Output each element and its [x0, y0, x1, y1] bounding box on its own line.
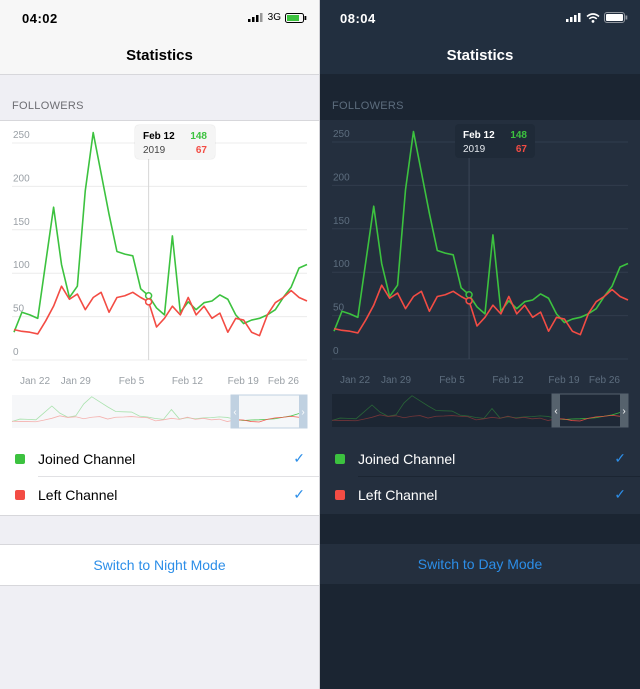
- legend-row-joined[interactable]: Joined Channel ✓: [320, 440, 640, 477]
- light-panel: 04:02 3G Statistics FOLLOWERS 250 200 150 1…: [0, 0, 320, 689]
- y-tick-label: 0: [13, 347, 19, 358]
- check-icon: ✓: [293, 486, 305, 502]
- tooltip-year: 2019: [463, 144, 486, 155]
- legend-label-joined: Joined Channel: [358, 450, 456, 467]
- legend-row-joined[interactable]: Joined Channel ✓: [0, 440, 319, 477]
- x-tick-label: Feb 5: [119, 376, 145, 387]
- joined-series-line: [13, 131, 308, 333]
- y-tick-label: 250: [13, 130, 30, 141]
- y-tick-label: 100: [13, 260, 30, 271]
- chart-tooltip: Feb 12 2019 148 67: [455, 124, 535, 158]
- joined-color-swatch: [15, 453, 25, 464]
- chart-tooltip: Feb 12 2019 148 67: [135, 125, 215, 159]
- status-time: 04:02: [22, 11, 58, 26]
- battery-icon: [285, 12, 307, 23]
- page-title: Statistics: [446, 46, 514, 64]
- page-title: Statistics: [126, 46, 193, 64]
- x-tick-label: Jan 29: [381, 375, 411, 386]
- legend-row-left[interactable]: Left Channel ✓: [320, 476, 640, 513]
- followers-chart[interactable]: 250200150100500Jan 22 Jan 29 Feb 5 Feb 12 Fe…: [320, 120, 640, 440]
- y-tick-label: 250: [333, 129, 350, 140]
- joined-series-line: [333, 130, 629, 332]
- tooltip-date: Feb 12: [143, 131, 175, 142]
- section-header-followers: FOLLOWERS: [332, 100, 404, 112]
- switch-mode-button[interactable]: Switch to Night Mode: [0, 544, 319, 586]
- y-tick-label: 200: [13, 173, 30, 184]
- tooltip-left-value: 67: [195, 145, 207, 156]
- check-icon: ✓: [614, 450, 626, 466]
- check-icon: ✓: [614, 486, 626, 502]
- navigator-overlay: [12, 395, 231, 428]
- nav-bar: Statistics: [320, 36, 640, 74]
- joined-color-swatch: [335, 453, 345, 464]
- battery-icon: [604, 12, 628, 23]
- x-tick-label: Feb 12: [172, 376, 204, 387]
- left-point-marker: [144, 298, 153, 306]
- section-header-followers: FOLLOWERS: [12, 100, 84, 112]
- tooltip-date: Feb 12: [463, 130, 495, 141]
- navigator-overlay: [332, 394, 552, 427]
- followers-chart[interactable]: 250200150100500Jan 22 Jan 29 Feb 5 Feb 12 Fe…: [0, 121, 319, 441]
- x-tick-label: Jan 22: [20, 376, 50, 387]
- legend-label-left: Left Channel: [38, 486, 118, 503]
- x-tick-label: Feb 5: [439, 375, 465, 386]
- joined-point-marker: [144, 292, 153, 300]
- network-label: 3G: [267, 12, 281, 23]
- x-tick-label: Feb 26: [268, 376, 300, 387]
- dark-panel: 08:04 Statistics FOLLOWERS 250 200 150 1…: [320, 0, 640, 689]
- x-tick-label: Feb 12: [492, 375, 524, 386]
- legend-label-joined: Joined Channel: [38, 450, 136, 467]
- tooltip-joined-value: 148: [510, 130, 527, 141]
- signal-icon: [247, 13, 263, 22]
- check-icon: ✓: [293, 450, 305, 466]
- tooltip-left-value: 67: [515, 144, 527, 155]
- y-tick-label: 100: [333, 259, 350, 270]
- chevron-right-icon: ›: [301, 407, 304, 418]
- chevron-left-icon: ‹: [554, 406, 557, 417]
- left-color-swatch: [15, 489, 25, 500]
- x-tick-label: Feb 19: [548, 375, 580, 386]
- tooltip-year: 2019: [143, 145, 166, 156]
- y-tick-label: 150: [333, 216, 350, 227]
- status-icons: [566, 12, 628, 23]
- y-tick-label: 0: [333, 346, 339, 357]
- left-color-swatch: [335, 489, 345, 500]
- x-tick-label: Jan 29: [61, 376, 91, 387]
- x-tick-label: Feb 19: [228, 376, 260, 387]
- y-tick-label: 150: [13, 217, 30, 228]
- left-point-marker: [465, 297, 473, 305]
- y-tick-label: 200: [333, 172, 350, 183]
- x-tick-label: Feb 26: [589, 375, 621, 386]
- tooltip-joined-value: 148: [190, 131, 207, 142]
- status-icons: 3G: [247, 12, 307, 23]
- switch-mode-button[interactable]: Switch to Day Mode: [320, 544, 640, 584]
- legend-label-left: Left Channel: [358, 486, 438, 503]
- chevron-right-icon: ›: [622, 406, 625, 417]
- status-time: 08:04: [340, 11, 376, 26]
- x-tick-label: Jan 22: [340, 375, 370, 386]
- joined-point-marker: [465, 291, 473, 299]
- status-bar: 08:04: [320, 0, 640, 36]
- nav-bar: Statistics: [0, 36, 319, 75]
- chevron-left-icon: ‹: [233, 407, 236, 418]
- signal-icon: [566, 13, 581, 22]
- wifi-icon: [586, 12, 600, 23]
- status-bar: 04:02 3G: [0, 0, 319, 36]
- legend-row-left[interactable]: Left Channel ✓: [0, 476, 319, 513]
